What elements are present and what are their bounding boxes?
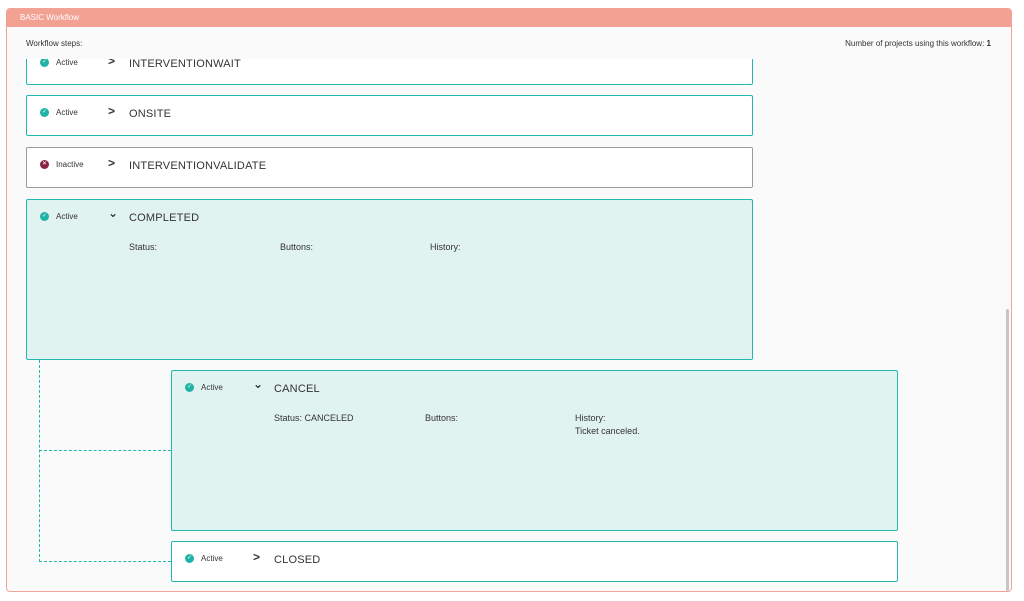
step-name: CANCEL [274, 383, 320, 395]
check-circle-icon: ✓ [40, 212, 49, 221]
chevron-right-icon[interactable]: > [108, 59, 115, 68]
x-circle-icon: ✕ [40, 160, 49, 169]
projects-count: Number of projects using this workflow: … [845, 39, 991, 48]
buttons-label: Buttons: [280, 242, 314, 252]
workflow-panel: BASIC Workflow Workflow steps: Number of… [6, 8, 1012, 592]
step-state-label: Inactive [56, 160, 84, 169]
step-state-label: Active [56, 212, 78, 221]
step-history: History: Ticket canceled. [575, 413, 640, 439]
step-name: ONSITE [129, 108, 172, 120]
step-state-label: Active [56, 59, 78, 67]
workflow-steps-label: Workflow steps: [26, 39, 83, 48]
check-circle-icon: ✓ [40, 108, 49, 117]
step-name: INTERVENTIONWAIT [129, 59, 241, 70]
check-circle-icon: ✓ [40, 59, 49, 67]
chevron-right-icon[interactable]: > [108, 104, 115, 118]
step-name: CLOSED [274, 554, 321, 566]
step-buttons: Buttons: [280, 242, 313, 255]
check-circle-icon: ✓ [185, 383, 194, 392]
workflow-steps-list[interactable]: ✓ Active > INTERVENTIONWAIT ✓ Active > O… [7, 59, 1011, 591]
step-name: COMPLETED [129, 212, 200, 224]
panel-title: BASIC Workflow [7, 9, 1011, 27]
connector-line [39, 450, 171, 451]
workflow-step-cancel[interactable]: ✓ Active ⌄ CANCEL Status: CANCELED Butto… [171, 370, 898, 531]
step-state: ✕ Inactive [40, 160, 84, 169]
workflow-step-onsite[interactable]: ✓ Active > ONSITE [26, 95, 753, 136]
connector-line [39, 561, 171, 562]
chevron-right-icon[interactable]: > [108, 156, 115, 170]
step-buttons: Buttons: [425, 413, 458, 426]
vertical-scrollbar[interactable] [1006, 309, 1009, 591]
step-state: ✓ Active [40, 59, 78, 67]
status-label: Status: CANCELED [274, 413, 354, 423]
step-state: ✓ Active [185, 554, 223, 563]
chevron-right-icon[interactable]: > [253, 550, 260, 564]
status-label: Status: [129, 242, 158, 252]
chevron-down-icon[interactable]: ⌄ [253, 377, 263, 391]
step-state: ✓ Active [40, 108, 78, 117]
step-history: History: [430, 242, 461, 255]
workflow-step-interventionwait[interactable]: ✓ Active > INTERVENTIONWAIT [26, 59, 753, 85]
step-state-label: Active [201, 554, 223, 563]
workflow-step-completed[interactable]: ✓ Active ⌄ COMPLETED Status: Buttons: Hi… [26, 199, 753, 360]
chevron-down-icon[interactable]: ⌄ [108, 206, 118, 220]
step-state-label: Active [201, 383, 223, 392]
check-circle-icon: ✓ [185, 554, 194, 563]
step-state: ✓ Active [185, 383, 223, 392]
workflow-step-interventionvalidate[interactable]: ✕ Inactive > INTERVENTIONVALIDATE [26, 147, 753, 188]
step-name: INTERVENTIONVALIDATE [129, 160, 267, 172]
step-status: Status: CANCELED [274, 413, 354, 426]
step-status: Status: [129, 242, 157, 255]
buttons-label: Buttons: [425, 413, 459, 423]
history-value: Ticket canceled. [575, 426, 640, 436]
projects-count-label: Number of projects using this workflow: [845, 39, 985, 48]
history-label: History: [430, 242, 461, 252]
projects-count-value: 1 [986, 39, 991, 48]
connector-line [39, 360, 40, 562]
history-label: History: [575, 413, 606, 423]
workflow-step-closed[interactable]: ✓ Active > CLOSED [171, 541, 898, 582]
step-state: ✓ Active [40, 212, 78, 221]
step-state-label: Active [56, 108, 78, 117]
